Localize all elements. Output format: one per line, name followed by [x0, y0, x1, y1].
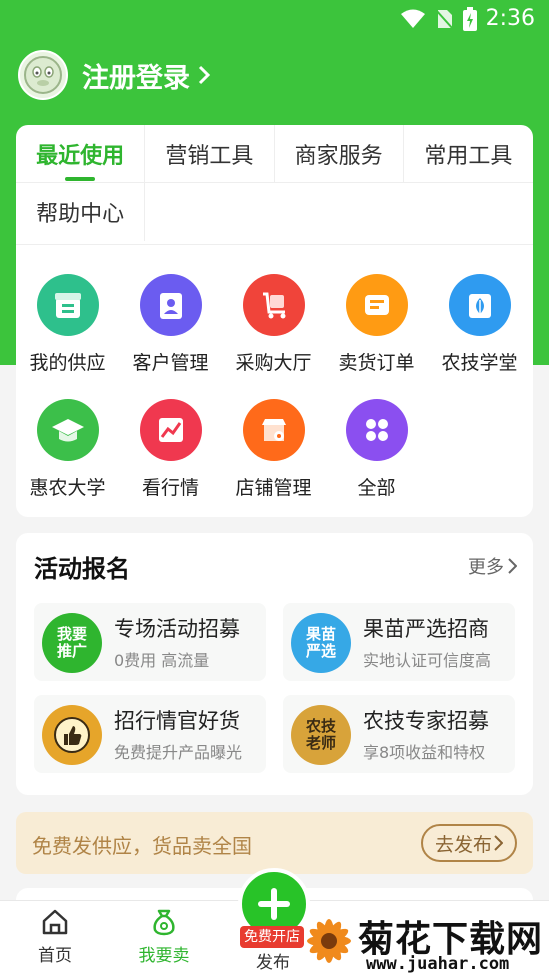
promote-badge: 我要 推广 [42, 613, 102, 673]
tool-agri-school[interactable]: 农技学堂 [428, 274, 531, 375]
tab-recent[interactable]: 最近使用 [16, 125, 146, 183]
money-bag-icon [153, 909, 175, 936]
cart-icon [242, 274, 305, 336]
tab-common-tools[interactable]: 常用工具 [404, 125, 533, 183]
default-avatar-icon [24, 56, 62, 94]
tool-huinong-university[interactable]: 惠农大学 [16, 399, 119, 500]
no-sim-icon [434, 8, 454, 30]
graduation-cap-icon [36, 399, 99, 461]
contact-card-icon [139, 274, 202, 336]
thumbs-up-medal-icon [42, 705, 102, 765]
chevron-right-icon [508, 558, 517, 574]
tab-bar-row-2: 帮助中心 [16, 183, 533, 245]
chevron-right-icon [198, 65, 210, 85]
wifi-icon [400, 9, 425, 28]
tab-help-center[interactable]: 帮助中心 [16, 183, 146, 241]
event-market-officer[interactable]: 招行情官好货 免费提升产品曝光 [34, 695, 266, 773]
event-agri-expert[interactable]: 农技 老师 农技专家招募 享8项收益和特权 [283, 695, 515, 773]
free-shop-tag: 免费开店 [240, 926, 304, 948]
go-publish-button[interactable]: 去发布 [420, 824, 517, 862]
login-row[interactable]: 注册登录 [18, 50, 210, 100]
events-more-link[interactable]: 更多 [468, 553, 517, 579]
tool-my-supply[interactable]: 我的供应 [16, 274, 119, 375]
status-bar: 2:36 [0, 0, 549, 40]
watermark-url: www.juahar.com [366, 954, 510, 974]
tool-sales-orders[interactable]: 卖货订单 [325, 274, 428, 375]
tab-marketing[interactable]: 营销工具 [145, 125, 275, 183]
tool-shop-management[interactable]: 店铺管理 [222, 399, 325, 500]
avatar[interactable] [18, 50, 68, 100]
tool-customer-management[interactable]: 客户管理 [119, 274, 222, 375]
event-special-campaign[interactable]: 我要 推广 专场活动招募 0费用 高流量 [34, 603, 266, 681]
tab-bar: 最近使用 营销工具 商家服务 常用工具 [16, 125, 533, 183]
chrysanthemum-logo-icon [307, 919, 351, 963]
chevron-right-icon [494, 835, 503, 851]
event-seedling-selection[interactable]: 果苗 严选 果苗严选招商 实地认证可信度高 [283, 603, 515, 681]
tool-market-trends[interactable]: 看行情 [119, 399, 222, 500]
tab-merchant-services[interactable]: 商家服务 [275, 125, 404, 183]
site-watermark: 菊花下载网 www.juahar.com [296, 906, 549, 976]
nav-home[interactable]: 首页 [10, 907, 100, 966]
tools-card: 最近使用 营销工具 商家服务 常用工具 帮助中心 我的供应 客户管理 采购大厅 [16, 125, 533, 517]
active-tab-indicator [65, 177, 96, 181]
battery-charging-icon [462, 6, 477, 31]
publish-label: 发布 [256, 953, 290, 973]
nav-sell[interactable]: 我要卖 [119, 907, 209, 966]
home-icon [42, 909, 68, 935]
plus-icon [258, 888, 290, 920]
shop-gear-icon [242, 399, 305, 461]
login-link[interactable]: 注册登录 [82, 56, 190, 95]
order-list-icon [345, 274, 408, 336]
supply-box-icon [36, 274, 99, 336]
all-grid-icon [345, 399, 408, 461]
tool-all[interactable]: 全部 [325, 399, 428, 500]
status-time: 2:36 [485, 6, 535, 31]
leaf-book-icon [448, 274, 511, 336]
tool-purchase-hall[interactable]: 采购大厅 [222, 274, 325, 375]
seedling-select-badge: 果苗 严选 [291, 613, 351, 673]
events-title: 活动报名 [34, 555, 130, 583]
agri-teacher-badge: 农技 老师 [291, 705, 351, 765]
publish-banner[interactable]: 免费发供应，货品卖全国 去发布 [16, 812, 533, 874]
trend-chart-icon [139, 399, 202, 461]
banner-text: 免费发供应，货品卖全国 [32, 834, 252, 858]
events-card: 活动报名 更多 我要 推广 专场活动招募 0费用 高流量 果苗 严选 果苗严选招商 … [16, 533, 533, 795]
